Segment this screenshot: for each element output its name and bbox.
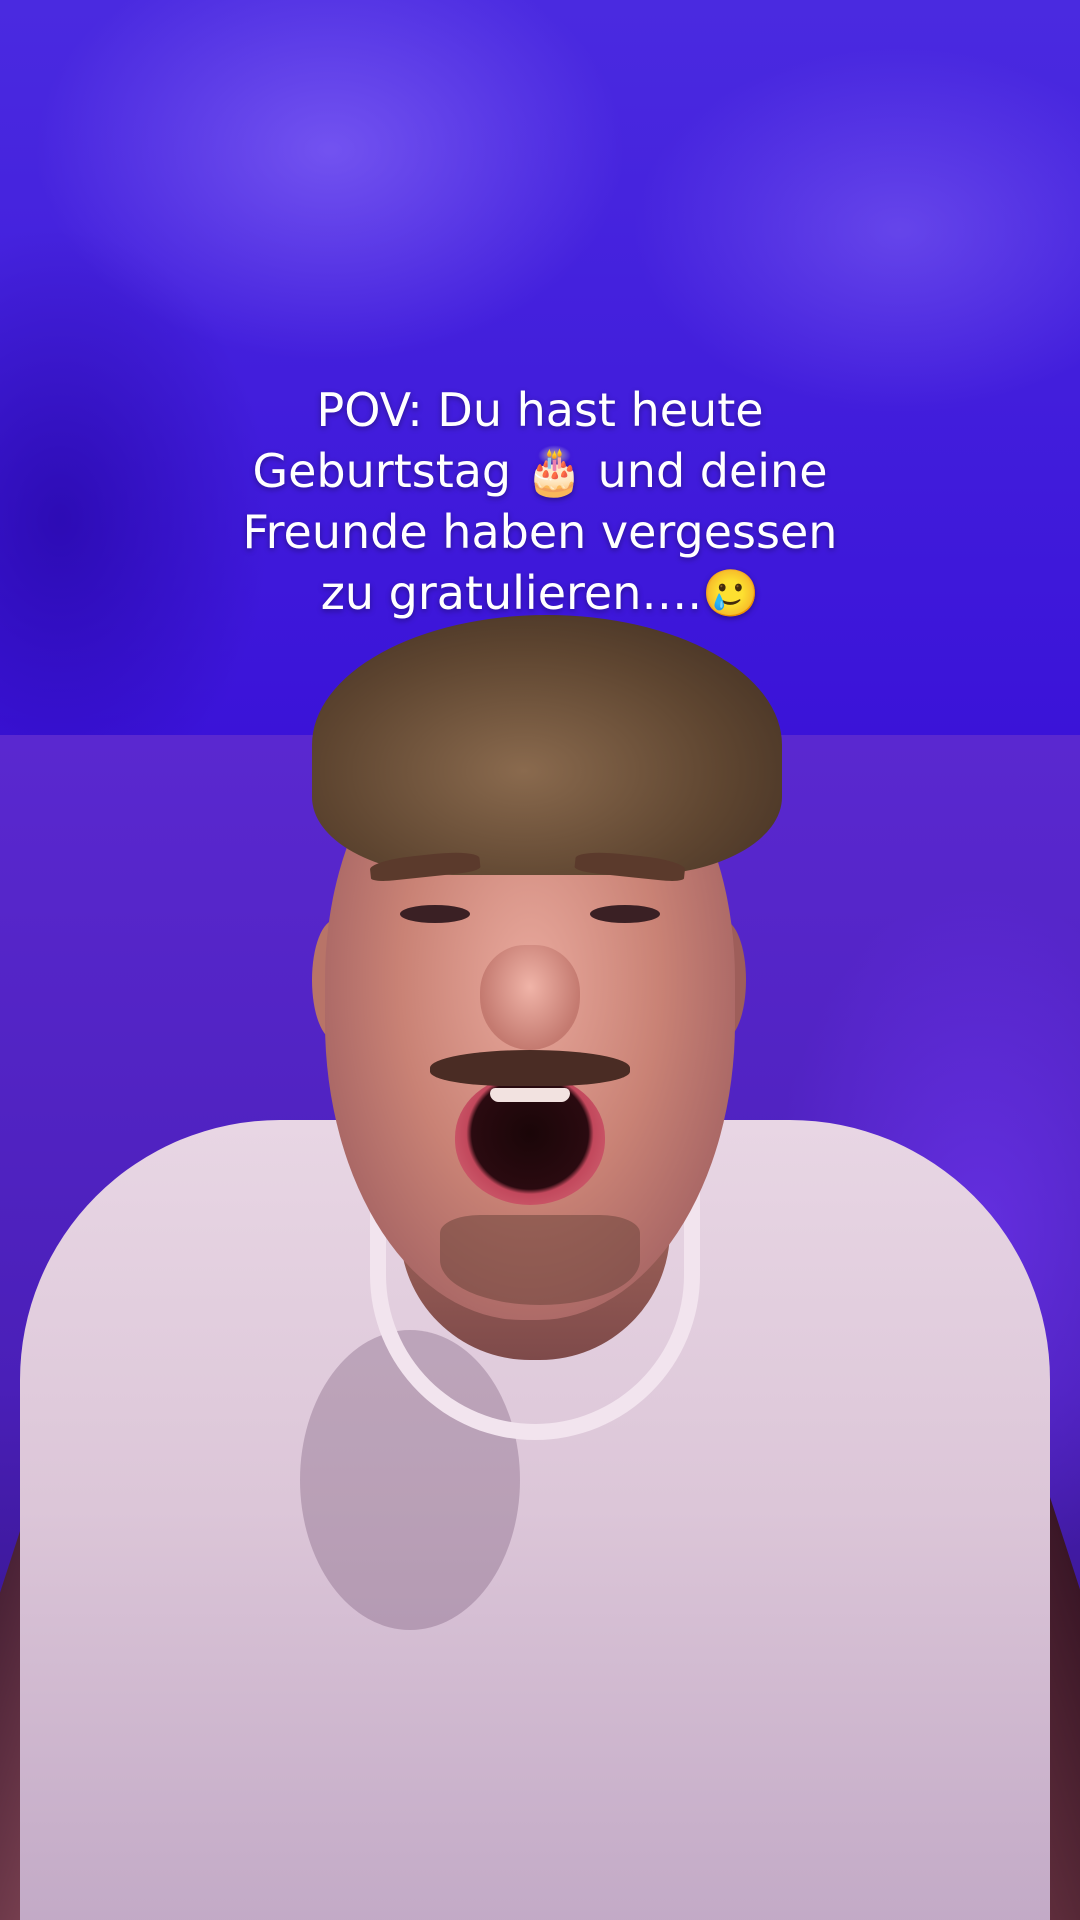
caption-line-2: Geburtstag 🎂 und deine — [252, 444, 828, 498]
right-eye — [590, 905, 660, 923]
nose — [480, 945, 580, 1050]
caption-text: POV: Du hast heute Geburtstag 🎂 und dein… — [140, 380, 940, 624]
caption-line-1: POV: Du hast heute — [316, 383, 764, 437]
person — [0, 0, 1080, 1920]
hair — [312, 615, 782, 875]
chin-stubble — [440, 1215, 640, 1305]
caption-line-3: Freunde haben vergessen — [242, 505, 838, 559]
teeth — [490, 1088, 570, 1102]
mustache — [430, 1050, 630, 1086]
video-frame: POV: Du hast heute Geburtstag 🎂 und dein… — [0, 0, 1080, 1920]
caption-line-4: zu gratulieren….🥲 — [320, 566, 760, 620]
left-eye — [400, 905, 470, 923]
